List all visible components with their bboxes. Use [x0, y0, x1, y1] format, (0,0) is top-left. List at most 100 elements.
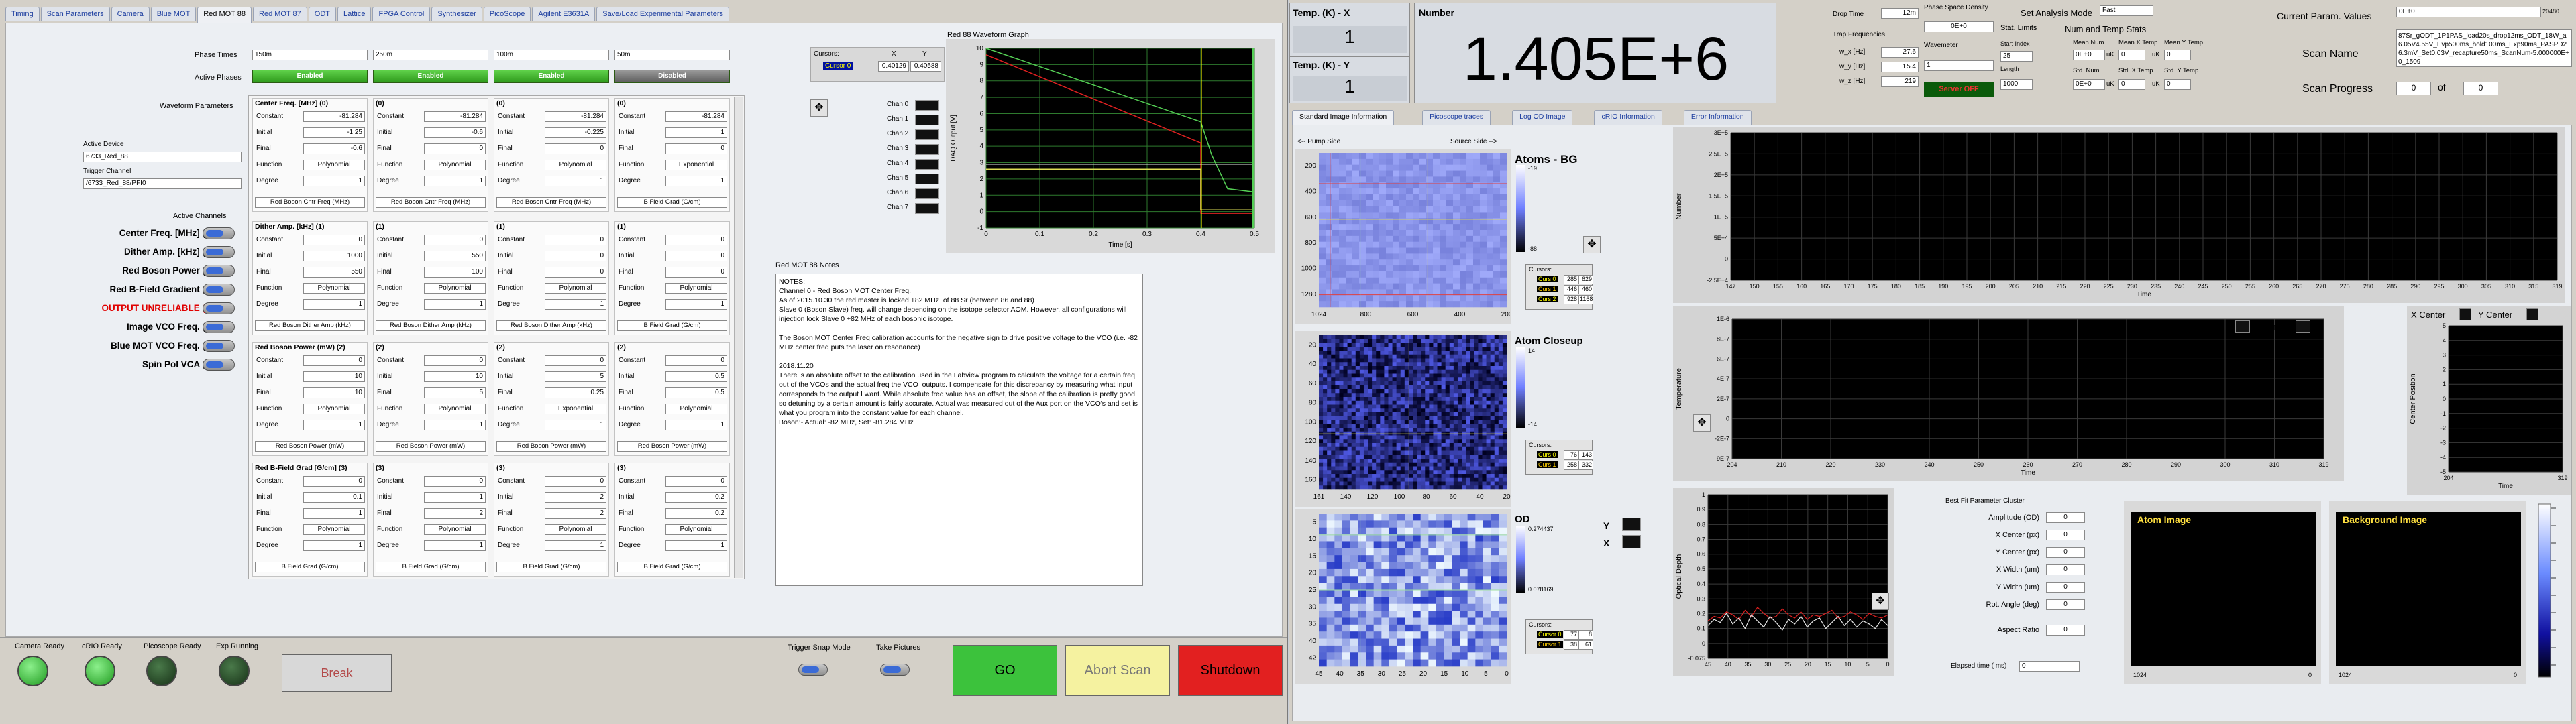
cursor-x[interactable]: 285 — [1564, 275, 1578, 284]
od-x-profile-swatch[interactable] — [1622, 535, 1641, 548]
legend-swatch[interactable] — [2235, 320, 2250, 333]
waveform-value-field[interactable]: 0 — [424, 355, 486, 366]
od-y-profile-swatch[interactable] — [1622, 518, 1641, 531]
analysis-tab-log-od-image[interactable]: Log OD Image — [1512, 110, 1573, 125]
cursor-row-name[interactable]: Curs 2 — [1537, 296, 1558, 302]
waveform-value-field[interactable]: 1 — [303, 299, 365, 310]
waveform-value-field[interactable]: 100 — [424, 267, 486, 278]
waveform-value-field[interactable]: 5 — [545, 371, 606, 382]
cursor-x[interactable]: 928 — [1564, 295, 1578, 304]
waveform-value-field[interactable]: 0.2 — [665, 508, 727, 519]
waveform-value-field[interactable]: 2 — [545, 508, 606, 519]
waveform-value-field[interactable]: 1 — [303, 420, 365, 430]
channel-legend-swatch[interactable] — [915, 203, 939, 214]
active-channel-toggle[interactable] — [203, 302, 235, 314]
waveform-value-field[interactable]: 1 — [424, 420, 486, 430]
channel-legend-swatch[interactable] — [915, 100, 939, 111]
background-image-panel[interactable]: Background Image1024 0 — [2329, 501, 2526, 684]
center-position-plot[interactable]: 204 319543210-1-2-3-4-5TimeCenter Positio… — [2407, 306, 2571, 495]
waveform-value-field[interactable]: 0 — [545, 143, 606, 154]
waveform-value-field[interactable]: 0 — [665, 251, 727, 261]
tab-save-load-experimental-parameters[interactable]: Save/Load Experimental Parameters — [596, 7, 729, 21]
abort-scan-button[interactable]: Abort Scan — [1065, 645, 1170, 696]
waveform-channel-name[interactable]: Red Boson Power (mW) — [617, 441, 727, 452]
scan-name-field[interactable]: 87Sr_gODT_1P1PAS_load20s_drop12ms_ODT_18… — [2396, 29, 2572, 67]
waveform-value-field[interactable]: -81.284 — [545, 111, 606, 122]
tab-fpga-control[interactable]: FPGA Control — [372, 7, 431, 21]
trap-freq-value[interactable]: 15.4 — [1881, 62, 1919, 72]
function-select[interactable]: Polynomial — [665, 524, 727, 535]
waveform-value-field[interactable]: 1 — [665, 176, 727, 186]
waveform-channel-name[interactable]: Red Boson Dither Amp (kHz) — [496, 320, 606, 331]
waveform-value-field[interactable]: 1 — [303, 176, 365, 186]
cursor-row-name[interactable]: Cursor 1 — [1537, 641, 1563, 648]
trap-freq-value[interactable]: 219 — [1881, 76, 1919, 87]
tab-scan-parameters[interactable]: Scan Parameters — [40, 7, 110, 21]
waveform-channel-name[interactable]: B Field Grad (G/cm) — [617, 197, 727, 208]
channel-legend-swatch[interactable] — [915, 115, 939, 125]
waveform-value-field[interactable]: 1 — [545, 299, 606, 310]
legend-swatch[interactable] — [2459, 308, 2471, 320]
waveform-channel-name[interactable]: Red Boson Power (mW) — [496, 441, 606, 452]
cursor-x[interactable]: 446 — [1564, 285, 1578, 294]
waveform-scrollbar[interactable] — [734, 97, 743, 578]
waveform-value-field[interactable]: -81.284 — [303, 111, 365, 122]
tab-camera[interactable]: Camera — [111, 7, 150, 21]
waveform-channel-name[interactable]: Red Boson Cntr Freq (MHz) — [376, 197, 486, 208]
waveform-channel-name[interactable]: Red Boson Cntr Freq (MHz) — [255, 197, 365, 208]
cursor-x[interactable]: 38 — [1564, 640, 1578, 650]
active-channel-toggle[interactable] — [203, 227, 235, 239]
waveform-value-field[interactable]: 2 — [545, 492, 606, 503]
analysis-mode-select[interactable]: Fast — [2100, 5, 2153, 16]
waveform-value-field[interactable]: 1 — [545, 420, 606, 430]
waveform-value-field[interactable]: 0 — [424, 143, 486, 154]
tab-synthesizer[interactable]: Synthesizer — [431, 7, 482, 21]
function-select[interactable]: Polynomial — [424, 160, 486, 170]
waveform-value-field[interactable]: 1000 — [303, 251, 365, 261]
break-button[interactable]: Break — [282, 654, 392, 692]
waveform-value-field[interactable]: 1 — [665, 299, 727, 310]
atom-image-panel[interactable]: Atom Image1024 0 — [2124, 501, 2321, 684]
tab-red-mot-87[interactable]: Red MOT 87 — [253, 7, 307, 21]
waveform-value-field[interactable]: 0 — [545, 235, 606, 245]
waveform-value-field[interactable]: 0.5 — [665, 371, 727, 382]
waveform-value-field[interactable]: 0 — [665, 143, 727, 154]
function-select[interactable]: Polynomial — [424, 524, 486, 535]
function-select[interactable]: Polynomial — [665, 404, 727, 414]
waveform-graph[interactable]: 0 0.1 0.2 0.3 0.4 0.5109876543210-1Time [s]DA… — [946, 39, 1275, 253]
take-pictures-toggle[interactable] — [880, 664, 910, 676]
channel-legend-swatch[interactable] — [915, 159, 939, 170]
active-phase-toggle[interactable]: Enabled — [252, 70, 368, 83]
analysis-tab-standard-image-information[interactable]: Standard Image Information — [1292, 110, 1395, 126]
function-select[interactable]: Exponential — [665, 160, 727, 170]
waveform-channel-name[interactable]: B Field Grad (G/cm) — [255, 562, 365, 572]
waveform-value-field[interactable]: 10 — [303, 371, 365, 382]
waveform-value-field[interactable]: 0 — [545, 251, 606, 261]
waveform-value-field[interactable]: 0 — [665, 355, 727, 366]
waveform-value-field[interactable]: 1 — [545, 540, 606, 551]
cursor-row-name[interactable]: Curs 1 — [1537, 461, 1558, 468]
waveform-channel-name[interactable]: Red Boson Power (mW) — [255, 441, 365, 452]
waveform-channel-name[interactable]: Red Boson Dither Amp (kHz) — [255, 320, 365, 331]
channel-legend-swatch[interactable] — [915, 188, 939, 199]
active-channel-toggle[interactable] — [203, 340, 235, 352]
channel-legend-swatch[interactable] — [915, 129, 939, 140]
function-select[interactable]: Polynomial — [424, 283, 486, 294]
waveform-value-field[interactable]: 0 — [303, 476, 365, 487]
tab-lattice[interactable]: Lattice — [337, 7, 372, 21]
analysis-tab-picoscope-traces[interactable]: Picoscope traces — [1422, 110, 1491, 125]
waveform-value-field[interactable]: -0.6 — [424, 127, 486, 138]
phase-time-field[interactable]: 150m — [252, 50, 368, 60]
waveform-value-field[interactable]: 0 — [665, 235, 727, 245]
trigger-snap-toggle[interactable] — [798, 664, 828, 676]
channel-legend-swatch[interactable] — [915, 144, 939, 155]
waveform-channel-name[interactable]: B Field Grad (G/cm) — [496, 562, 606, 572]
cursor-move-icon[interactable]: ✥ — [1583, 236, 1601, 253]
function-select[interactable]: Polynomial — [665, 283, 727, 294]
waveform-value-field[interactable]: 1 — [545, 176, 606, 186]
waveform-channel-name[interactable]: Red Boson Cntr Freq (MHz) — [496, 197, 606, 208]
optical-depth-plot[interactable]: 45 40 35 30 25 20 15 10 5 010.90.80.70.60.50.40.3… — [1673, 488, 1894, 676]
shutdown-button[interactable]: Shutdown — [1178, 645, 1283, 696]
cursor-move-icon[interactable]: ✥ — [1872, 593, 1889, 610]
cursor-y[interactable]: 143 — [1578, 450, 1593, 460]
